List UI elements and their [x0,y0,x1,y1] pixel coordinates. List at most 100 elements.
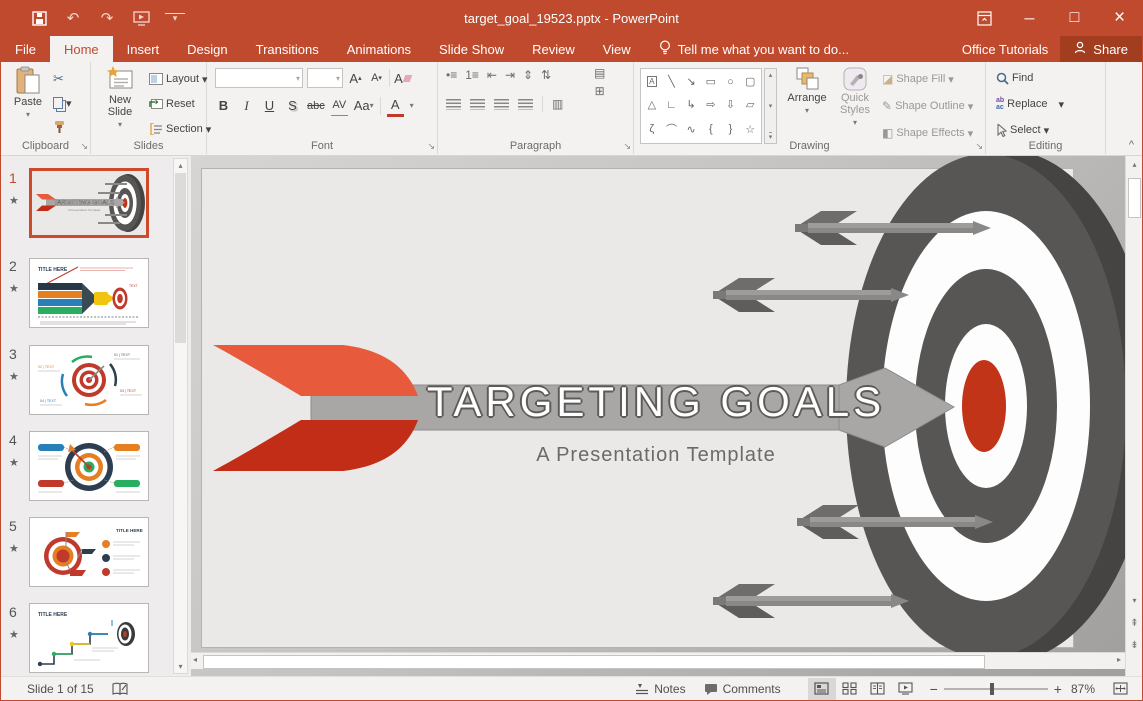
shapes-scroll-down-icon[interactable]: ▾ [769,102,773,110]
scroll-left-icon[interactable]: ◂ [193,655,197,664]
share-button[interactable]: Share [1060,36,1142,62]
align-right-button[interactable] [494,99,509,110]
shape-flowchart-icon[interactable]: ▱ [746,98,754,111]
strikethrough-button[interactable]: abc [307,96,325,116]
cut-button[interactable]: ✂ [53,68,72,90]
bullets-button[interactable]: •≡ [446,68,457,82]
align-text-button[interactable]: ▤ [594,66,605,80]
zoom-in-button[interactable]: + [1054,681,1062,697]
text-shadow-button[interactable]: S [284,96,301,116]
office-tutorials-button[interactable]: Office Tutorials [950,36,1060,62]
paragraph-dialog-launcher-icon[interactable]: ↘ [623,141,631,152]
change-case-button[interactable]: Aa▾ [354,96,374,116]
quick-styles-button[interactable]: Quick Styles ▾ [832,66,878,129]
tab-view[interactable]: View [589,36,645,62]
shape-right-brace-icon[interactable]: } [729,123,733,135]
thumbnail-panel-scrollbar[interactable]: ▴ ▾ [173,158,188,674]
tab-transitions[interactable]: Transitions [242,36,333,62]
arrange-button[interactable]: Arrange ▾ [784,66,830,117]
tab-slide-show[interactable]: Slide Show [425,36,518,62]
replace-button[interactable]: abacReplace▾ [996,93,1064,115]
slide-3-thumbnail[interactable]: 01 | TEXT 02 | TEXT 03 | TEXT 04 | TEXT [29,345,149,415]
fit-slide-to-window-button[interactable] [1104,677,1142,701]
slide-show-button[interactable] [892,678,920,700]
collapse-ribbon-icon[interactable]: ^ [1129,139,1134,151]
redo-icon[interactable]: ↷ [97,8,117,28]
clear-formatting-button[interactable]: A [394,68,411,88]
tab-insert[interactable]: Insert [113,36,174,62]
notes-button[interactable]: Notes [626,677,694,701]
zoom-level[interactable]: 87% [1062,677,1104,701]
increase-font-size-button[interactable]: A▴ [347,68,364,88]
slide-6-thumbnail[interactable]: TITLE HERE [29,603,149,673]
panel-scroll-up-icon[interactable]: ▴ [174,161,187,170]
previous-slide-button[interactable]: ⇞ [1126,618,1143,629]
shape-elbow-icon[interactable]: ∟ [666,99,677,111]
bold-button[interactable]: B [215,96,232,116]
shape-fill-button[interactable]: ◪Shape Fill▾ [882,68,973,90]
shape-curve-icon[interactable]: ∿ [687,123,696,136]
shape-freeform-icon[interactable]: ζ [649,123,654,135]
decrease-font-size-button[interactable]: A▾ [368,68,385,88]
shape-arrow-icon[interactable]: ↘ [687,75,696,88]
panel-scrollbar-thumb[interactable] [175,173,186,343]
decrease-indent-button[interactable]: ⇤ [487,68,497,82]
character-spacing-button[interactable]: AV [331,95,348,116]
scroll-down-icon[interactable]: ▾ [1126,596,1143,605]
panel-scroll-down-icon[interactable]: ▾ [174,662,187,671]
shape-arc-icon[interactable]: ⌒ [666,121,677,137]
font-size-combobox[interactable]: ▾ [307,68,343,88]
slide-editing-area[interactable]: TARGETING GOALS A Presentation Template … [191,156,1125,676]
tab-design[interactable]: Design [173,36,241,62]
minimize-button[interactable]: ─ [1007,0,1052,36]
align-center-button[interactable] [470,99,485,110]
shape-outline-button[interactable]: ✎Shape Outline▾ [882,95,973,117]
find-button[interactable]: Find [996,67,1064,89]
scroll-up-icon[interactable]: ▴ [1126,160,1143,169]
tab-review[interactable]: Review [518,36,589,62]
spell-check-icon[interactable] [103,677,137,701]
maximize-button[interactable]: □ [1052,0,1097,36]
horizontal-scrollbar[interactable]: ◂ ▸ [191,652,1125,669]
shape-star-icon[interactable]: ☆ [745,123,755,136]
convert-to-smartart-button[interactable]: ⊞ [595,84,605,98]
slide-5-thumbnail[interactable]: TITLE HERE [29,517,149,587]
layout-button[interactable]: Layout▾ [149,68,211,90]
font-color-caret-icon[interactable]: ▾ [410,101,414,110]
font-dialog-launcher-icon[interactable]: ↘ [427,141,435,152]
tell-me-box[interactable]: Tell me what you want to do... [645,36,863,62]
zoom-slider-thumb[interactable] [990,683,994,695]
shapes-scroll-up-icon[interactable]: ▴ [769,71,773,79]
drawing-dialog-launcher-icon[interactable]: ↘ [975,141,983,152]
shape-block-arrow-right-icon[interactable]: ⇨ [706,98,715,111]
clipboard-dialog-launcher-icon[interactable]: ↘ [80,141,88,152]
text-direction-button[interactable]: ⇅ [541,68,551,82]
reset-button[interactable]: Reset [149,93,211,115]
slide-indicator[interactable]: Slide 1 of 15 [1,677,103,701]
shape-elbow-arrow-icon[interactable]: ↳ [687,98,696,111]
slide-title-text[interactable]: TARGETING GOALS [351,378,961,426]
zoom-out-button[interactable]: − [930,681,938,697]
underline-button[interactable]: U [261,96,278,116]
zoom-slider[interactable] [944,688,1048,690]
font-name-combobox[interactable]: ▾ [215,68,303,88]
slide-2-thumbnail[interactable]: TITLE HERE TEXT [29,258,149,328]
increase-indent-button[interactable]: ⇥ [505,68,515,82]
new-slide-button[interactable]: New Slide ▾ [97,66,143,131]
shape-line-icon[interactable]: ╲ [668,75,675,88]
shape-left-brace-icon[interactable]: { [709,123,713,135]
normal-view-button[interactable] [808,678,836,700]
close-button[interactable]: × [1097,0,1142,36]
numbering-button[interactable]: 1≡ [465,68,479,82]
tab-animations[interactable]: Animations [333,36,425,62]
tab-file[interactable]: File [1,36,50,62]
font-color-button[interactable]: A [387,94,404,117]
vertical-scrollbar[interactable]: ▴ ▾ ⇞ ⇟ [1125,156,1143,676]
format-painter-button[interactable] [53,116,72,138]
slide-sorter-view-button[interactable] [836,678,864,700]
shape-block-arrow-down-icon[interactable]: ⇩ [726,98,735,111]
shape-oval-icon[interactable]: ○ [727,76,734,88]
italic-button[interactable]: I [238,96,255,116]
section-button[interactable]: Section▾ [149,118,211,140]
slide-4-thumbnail[interactable] [29,431,149,501]
